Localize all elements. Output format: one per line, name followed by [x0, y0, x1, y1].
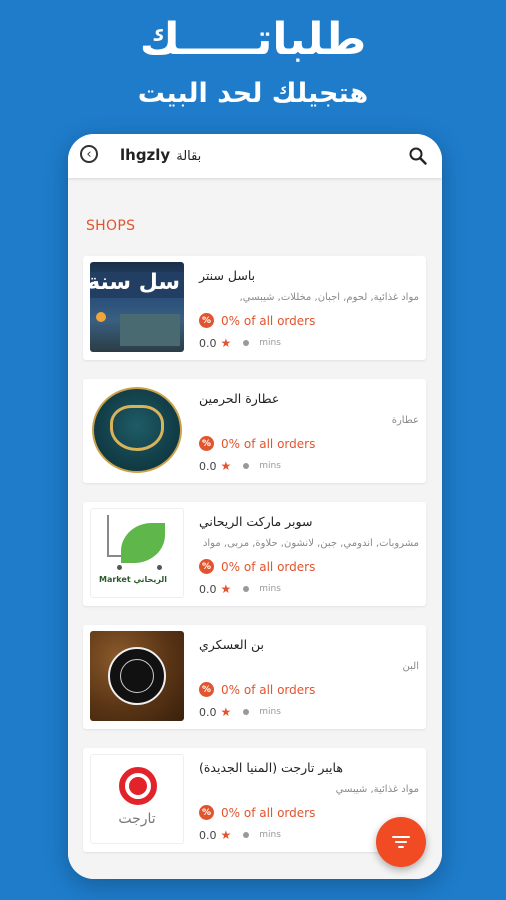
- star-icon: ★: [220, 828, 232, 842]
- promo-headline: طلباتـــــك: [139, 14, 367, 65]
- shop-card[interactable]: تارجت هايبر تارجت (المنيا الجديدة) مواد …: [83, 748, 426, 852]
- percent-icon: %: [199, 682, 214, 697]
- phone-frame: ‹ lhgzly بقالة SHOPS سل سنة باسل سنتر موا…: [68, 134, 442, 879]
- rating-row: 0.0 ★ mins: [199, 336, 281, 350]
- shop-name: عطارة الحرمين: [199, 391, 280, 406]
- clock-icon: [243, 832, 250, 838]
- search-bar[interactable]: ‹ lhgzly بقالة: [68, 134, 442, 178]
- shop-categories: مواد غذائية, شيبسي: [335, 784, 419, 795]
- shop-card[interactable]: عطارة الحرمين عطارة % 0% of all orders 0…: [83, 379, 426, 483]
- search-query-en: lhgzly: [120, 146, 171, 164]
- shop-name: سوبر ماركت الريحاني: [199, 514, 313, 529]
- percent-icon: %: [199, 805, 214, 820]
- filter-icon: [392, 836, 410, 838]
- filter-icon-line: [395, 841, 407, 843]
- search-icon[interactable]: [408, 146, 428, 166]
- shop-name: بن العسكري: [199, 637, 265, 652]
- offer-row: % 0% of all orders: [199, 313, 315, 328]
- offer-row: % 0% of all orders: [199, 682, 315, 697]
- rating-row: 0.0 ★ mins: [199, 705, 281, 719]
- filter-icon-line: [398, 846, 404, 848]
- shop-thumbnail: [90, 631, 184, 721]
- shop-thumbnail: تارجت: [90, 754, 184, 844]
- clock-icon: [243, 586, 250, 592]
- clock-icon: [243, 709, 250, 715]
- shop-name: هايبر تارجت (المنيا الجديدة): [199, 760, 343, 775]
- offer-text: 0% of all orders: [221, 805, 316, 820]
- delivery-time-unit: mins: [259, 338, 281, 348]
- shop-categories: مواد غذائية, لحوم, اجبان, مخللات, شيبسي,: [239, 292, 419, 303]
- shop-card[interactable]: Market الريحاني سوبر ماركت الريحاني مشرو…: [83, 502, 426, 606]
- rating-row: 0.0 ★ mins: [199, 459, 281, 473]
- star-icon: ★: [220, 459, 232, 473]
- search-query[interactable]: lhgzly بقالة: [120, 146, 201, 164]
- shop-categories: البن: [402, 661, 419, 672]
- offer-row: % 0% of all orders: [199, 559, 315, 574]
- shop-list-screen: SHOPS سل سنة باسل سنتر مواد غذائية, لحوم…: [68, 178, 442, 879]
- shop-thumbnail: [90, 385, 184, 475]
- back-arrow-icon[interactable]: ‹: [80, 145, 98, 163]
- offer-text: 0% of all orders: [221, 436, 316, 451]
- delivery-time-unit: mins: [259, 461, 281, 471]
- rating-value: 0.0: [199, 828, 217, 842]
- shop-categories: مشروبات, اندومي, جبن, لانشون, حلاوة, مرب…: [202, 538, 419, 549]
- percent-icon: %: [199, 436, 214, 451]
- rating-row: 0.0 ★ mins: [199, 582, 281, 596]
- rating-value: 0.0: [199, 336, 217, 350]
- shop-thumbnail: Market الريحاني: [90, 508, 184, 598]
- percent-icon: %: [199, 313, 214, 328]
- shop-card[interactable]: سل سنة باسل سنتر مواد غذائية, لحوم, اجبا…: [83, 256, 426, 360]
- rating-value: 0.0: [199, 459, 217, 473]
- shop-card[interactable]: بن العسكري البن % 0% of all orders 0.0 ★…: [83, 625, 426, 729]
- section-title: SHOPS: [86, 218, 136, 234]
- star-icon: ★: [220, 336, 232, 350]
- promo-subheadline: هتجيلك لحد البيت: [137, 78, 369, 109]
- offer-text: 0% of all orders: [221, 682, 316, 697]
- rating-row: 0.0 ★ mins: [199, 828, 281, 842]
- offer-text: 0% of all orders: [221, 313, 316, 328]
- delivery-time-unit: mins: [259, 830, 281, 840]
- filter-button[interactable]: [376, 817, 426, 867]
- shop-categories: عطارة: [391, 415, 419, 426]
- delivery-time-unit: mins: [259, 707, 281, 717]
- shop-thumbnail: سل سنة: [90, 262, 184, 352]
- clock-icon: [243, 340, 250, 346]
- percent-icon: %: [199, 559, 214, 574]
- delivery-time-unit: mins: [259, 584, 281, 594]
- clock-icon: [243, 463, 250, 469]
- offer-row: % 0% of all orders: [199, 805, 315, 820]
- rating-value: 0.0: [199, 582, 217, 596]
- shop-logo-text: Market الريحاني: [99, 575, 168, 584]
- search-query-ar: بقالة: [176, 149, 202, 164]
- rating-value: 0.0: [199, 705, 217, 719]
- shop-logo-text: تارجت: [118, 811, 156, 827]
- shop-name: باسل سنتر: [199, 268, 256, 283]
- star-icon: ★: [220, 582, 232, 596]
- star-icon: ★: [220, 705, 232, 719]
- offer-row: % 0% of all orders: [199, 436, 315, 451]
- shop-sign-text: سل سنة: [90, 270, 180, 295]
- offer-text: 0% of all orders: [221, 559, 316, 574]
